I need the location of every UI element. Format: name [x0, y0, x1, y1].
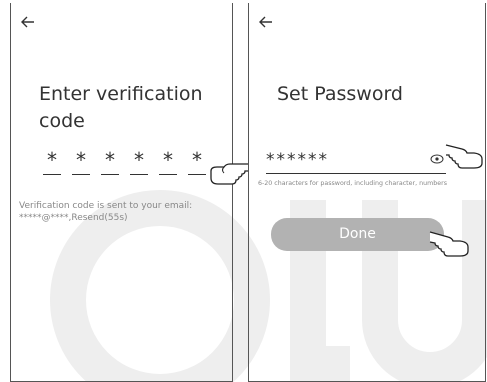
code-underline — [43, 174, 61, 175]
resend-link[interactable]: *****@****,Resend(55s) — [19, 212, 231, 224]
code-digit: * — [47, 148, 57, 172]
code-digit: * — [192, 148, 202, 172]
back-button[interactable] — [21, 13, 35, 32]
code-digit: * — [76, 148, 86, 172]
password-mask: ****** — [266, 150, 329, 170]
set-password-screen: Set Password ****** 6-20 characters for … — [248, 3, 486, 382]
eye-icon[interactable] — [430, 153, 444, 165]
pointing-hand-icon — [429, 231, 469, 257]
back-button[interactable] — [259, 13, 273, 32]
pointing-hand-icon — [445, 144, 483, 169]
code-underline — [159, 174, 177, 175]
verification-code-input[interactable]: * * * * * * — [43, 148, 213, 176]
code-digit: * — [105, 148, 115, 172]
code-digit: * — [134, 148, 144, 172]
hint-line: Verification code is sent to your email: — [19, 201, 193, 211]
password-input[interactable]: ****** — [266, 150, 446, 174]
code-underline — [72, 174, 90, 175]
done-button[interactable]: Done — [271, 218, 444, 251]
page-title: Set Password — [277, 83, 403, 105]
code-underline — [188, 174, 206, 175]
input-underline — [266, 173, 446, 174]
password-hint: 6-20 characters for password, including … — [258, 180, 447, 187]
arrow-left-icon — [21, 16, 34, 28]
page-title: Enter verification code — [39, 83, 203, 132]
code-underline — [101, 174, 119, 175]
code-digit: * — [163, 148, 173, 172]
arrow-left-icon — [259, 16, 272, 28]
code-underline — [130, 174, 148, 175]
pointing-hand-icon — [210, 163, 248, 185]
verification-screen: Enter verification code * * * * * * Veri… — [10, 3, 233, 382]
verification-hint: Verification code is sent to your email:… — [19, 200, 231, 224]
